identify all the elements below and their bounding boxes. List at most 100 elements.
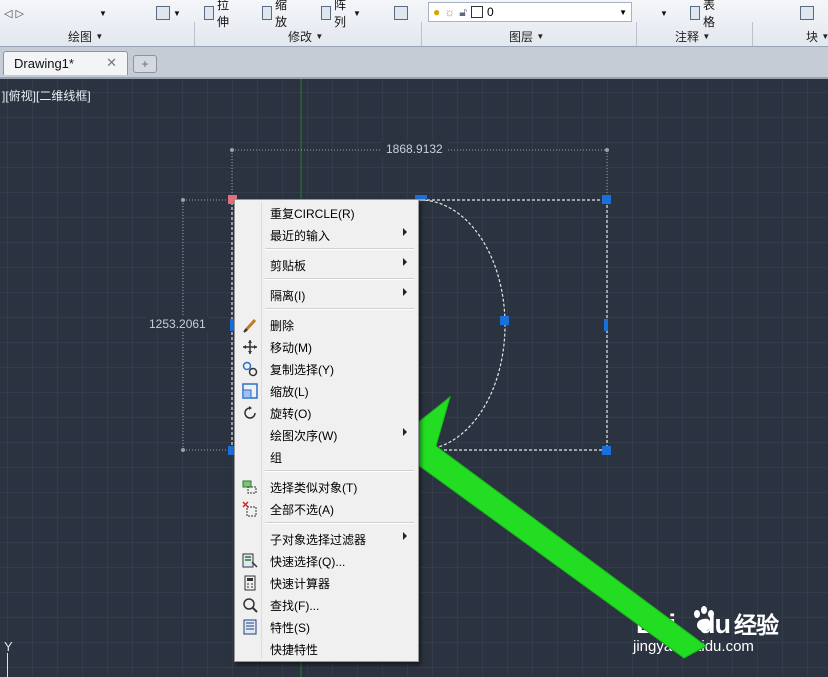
scale-label: 缩放 (275, 0, 288, 29)
menu-separator (265, 522, 414, 524)
scale-icon (242, 383, 258, 399)
document-tab-bar: Drawing1* ✕ + (0, 47, 828, 79)
menu-item-erase[interactable]: 删除 (237, 314, 416, 336)
copy-icon (242, 361, 258, 377)
array-icon (321, 6, 331, 20)
submenu-arrow-icon (403, 288, 407, 296)
section-draw[interactable]: 绘图 ▼ (68, 28, 103, 44)
menu-item-recent-input[interactable]: 最近的输入 (237, 224, 416, 246)
stretch-button[interactable]: 拉伸 (200, 0, 237, 29)
chevron-down-icon: ▼ (619, 7, 627, 17)
menu-item-properties[interactable]: 特性(S) (237, 616, 416, 638)
menu-separator (265, 470, 414, 472)
menu-item-group[interactable]: 组 (237, 446, 416, 468)
quick-select-icon (242, 553, 258, 568)
section-divider (194, 22, 195, 46)
dimension-end-dot (605, 148, 609, 152)
menu-item-rotate[interactable]: 旋转(O) (237, 402, 416, 424)
menu-item-select-similar[interactable]: 选择类似对象(T) (237, 476, 416, 498)
menu-item-repeat-circle[interactable]: 重复CIRCLE(R) (237, 202, 416, 224)
menu-item-clipboard[interactable]: 剪贴板 (237, 254, 416, 276)
stretch-label: 拉伸 (217, 0, 230, 29)
section-divider (421, 22, 422, 46)
tab-drawing1[interactable]: Drawing1* ✕ (3, 51, 128, 75)
table-button[interactable]: 表格 (686, 0, 723, 29)
tab-title: Drawing1* (14, 56, 74, 71)
layer-dropdown[interactable]: ● ☼ 🔓︎ 0 ▼ (428, 2, 632, 22)
color-swatch-icon (471, 6, 484, 18)
edit-block-button[interactable] (796, 3, 818, 23)
section-block[interactable]: 块 ▼ (806, 28, 828, 44)
new-tab-button[interactable]: + (133, 55, 157, 73)
menu-item-subobject-filter[interactable]: 子对象选择过滤器 (237, 528, 416, 550)
selected-arc[interactable] (419, 199, 506, 451)
close-icon[interactable]: ✕ (106, 55, 117, 71)
dimension-horizontal: 1868.9132 (382, 142, 447, 156)
properties-icon (243, 619, 257, 635)
deselect-icon (242, 501, 257, 517)
array-label: 阵列 (334, 0, 347, 29)
ucs-icon-y: Y (4, 639, 13, 654)
edit-block-icon (800, 6, 814, 20)
annotate-dropdown[interactable]: ▼ (656, 3, 672, 23)
submenu-arrow-icon (403, 428, 407, 436)
menu-item-move[interactable]: 移动(M) (237, 336, 416, 358)
menu-separator (265, 278, 414, 280)
boundary-button[interactable] (390, 3, 412, 23)
table-label: 表格 (703, 0, 716, 29)
menu-item-find[interactable]: 查找(F)... (237, 594, 416, 616)
watermark-url: jingyan.baidu.com (633, 638, 754, 655)
find-icon (243, 598, 258, 613)
menu-item-isolate[interactable]: 隔离(I) (237, 284, 416, 306)
section-divider (752, 22, 753, 46)
submenu-arrow-icon (403, 532, 407, 540)
select-similar-icon (242, 480, 257, 494)
calculator-icon (244, 575, 256, 591)
ribbon: ◁ ▷ ▼ ▼ 拉伸 缩放 阵列 ▼ ● ☼ 🔓︎ 0 ▼ ▼ 表格 绘图 ▼ 修… (0, 0, 828, 47)
dimension-vertical: 1253.2061 (147, 317, 208, 331)
ribbon-top-row: ◁ ▷ ▼ ▼ 拉伸 缩放 阵列 ▼ ● ☼ 🔓︎ 0 ▼ ▼ 表格 (0, 0, 814, 29)
scale-icon (262, 6, 272, 20)
grip[interactable] (500, 316, 509, 325)
paw-icon (691, 606, 717, 639)
submenu-arrow-icon (403, 258, 407, 266)
draw-dropdown[interactable]: ▼ (95, 3, 111, 23)
section-layers[interactable]: 图层 ▼ (509, 28, 544, 44)
menu-item-scale[interactable]: 缩放(L) (237, 380, 416, 402)
rotate-icon (244, 406, 256, 419)
grip[interactable] (604, 319, 608, 331)
grip[interactable] (602, 446, 611, 455)
quick-access[interactable]: ◁ ▷ (0, 3, 68, 23)
lightbulb-icon: ● (433, 5, 441, 19)
boundary-icon (394, 6, 408, 20)
hatch-icon (156, 6, 170, 20)
hatch-button[interactable]: ▼ (152, 3, 185, 23)
plus-icon: + (141, 57, 149, 71)
sun-icon: ☼ (444, 5, 456, 19)
menu-item-copy-selection[interactable]: 复制选择(Y) (237, 358, 416, 380)
menu-separator (265, 308, 414, 310)
menu-item-quick-properties[interactable]: 快捷特性 (237, 638, 416, 660)
dimension-end-dot (181, 198, 185, 202)
eraser-icon (243, 318, 257, 333)
move-icon (243, 340, 257, 354)
lock-icon: 🔓︎ (459, 4, 468, 19)
menu-item-draw-order[interactable]: 绘图次序(W) (237, 424, 416, 446)
menu-item-quick-select[interactable]: 快速选择(Q)... (237, 550, 416, 572)
scale-button[interactable]: 缩放 (258, 0, 295, 29)
ucs-icon-axis (7, 653, 8, 677)
table-icon (690, 6, 700, 20)
section-annotate[interactable]: 注释 ▼ (675, 28, 710, 44)
dimension-end-dot (181, 448, 185, 452)
stretch-icon (204, 6, 214, 20)
submenu-arrow-icon (403, 228, 407, 236)
context-menu: 重复CIRCLE(R) 最近的输入 剪贴板 隔离(I) 删除 移动(M) 复制选… (234, 199, 419, 662)
grip[interactable] (602, 195, 611, 204)
section-modify[interactable]: 修改 ▼ (288, 28, 323, 44)
menu-item-quick-calc[interactable]: 快速计算器 (237, 572, 416, 594)
array-button[interactable]: 阵列 ▼ (317, 0, 365, 29)
layer-value: 0 (487, 5, 494, 19)
menu-item-deselect-all[interactable]: 全部不选(A) (237, 498, 416, 520)
menu-separator (265, 248, 414, 250)
dimension-end-dot (230, 148, 234, 152)
